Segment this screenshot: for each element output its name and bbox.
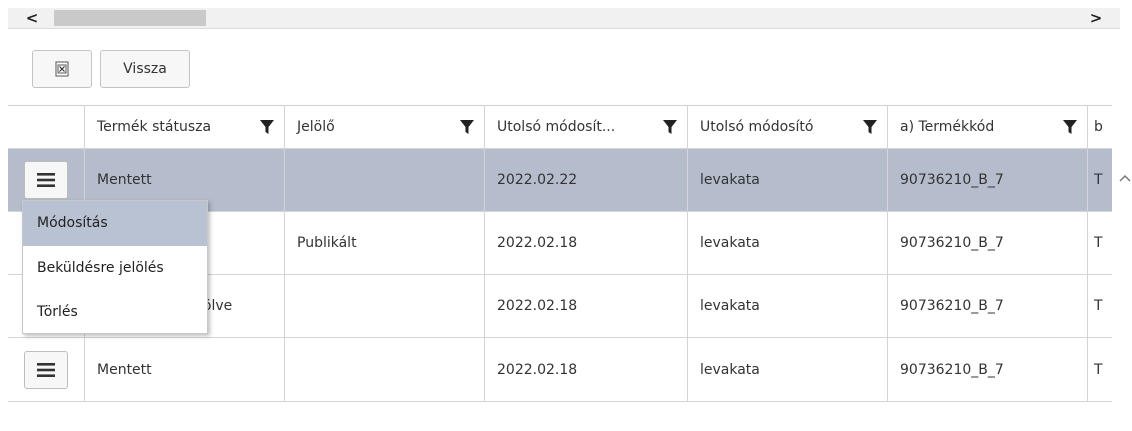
cell-extra: T <box>1094 172 1103 188</box>
back-button[interactable]: Vissza <box>100 50 190 88</box>
cell-modifier: levakata <box>688 149 888 211</box>
cell-modifier: levakata <box>688 275 888 337</box>
row-context-menu: Módosítás Beküldésre jelölés Törlés <box>22 200 208 334</box>
cell-code: 90736210_B_7 <box>888 338 1088 401</box>
cell-extra: T <box>1094 235 1103 251</box>
header-label: Utolsó módosít... <box>497 119 616 135</box>
header-product-status[interactable]: Termék státusza <box>85 106 285 148</box>
header-product-code[interactable]: a) Termékkód <box>888 106 1088 148</box>
scrollbar-thumb[interactable] <box>54 10 206 26</box>
header-marker[interactable]: Jelölő <box>285 106 485 148</box>
hamburger-menu-icon <box>37 362 55 377</box>
toolbar: Vissza <box>8 29 1112 105</box>
header-last-modified[interactable]: Utolsó módosít... <box>485 106 688 148</box>
filter-icon[interactable] <box>260 119 274 135</box>
cell-extra: T <box>1094 298 1103 314</box>
cell-code: 90736210_B_7 <box>888 149 1088 211</box>
cell-marker <box>285 275 485 337</box>
scroll-right-arrow[interactable]: > <box>1086 8 1106 28</box>
header-label: Termék státusza <box>97 119 212 135</box>
hamburger-menu-icon <box>37 173 55 187</box>
row-actions <box>8 338 85 401</box>
cell-modifier: levakata <box>688 212 888 274</box>
scroll-up-chevron-icon[interactable] <box>1118 172 1132 186</box>
cell-modified: 2022.02.22 <box>485 149 688 211</box>
grid-header: Termék státusza Jelölő Utolsó módosít...… <box>8 106 1112 149</box>
cell-modified: 2022.02.18 <box>485 275 688 337</box>
filter-icon[interactable] <box>663 119 677 135</box>
filter-icon[interactable] <box>460 119 474 135</box>
header-actions <box>8 106 85 148</box>
header-label: b <box>1094 119 1103 135</box>
menu-item-mark-for-submission[interactable]: Beküldésre jelölés <box>23 246 207 290</box>
filter-icon[interactable] <box>1063 119 1077 135</box>
excel-export-icon <box>55 61 69 77</box>
scroll-left-arrow[interactable]: < <box>22 8 42 28</box>
cell-modifier: levakata <box>688 338 888 401</box>
menu-item-delete[interactable]: Törlés <box>23 290 207 334</box>
cell-code: 90736210_B_7 <box>888 275 1088 337</box>
cell-extra: T <box>1094 361 1103 378</box>
cell-marker <box>285 149 485 211</box>
table-row[interactable]: Mentett 2022.02.18 levakata 90736210_B_7… <box>8 338 1112 402</box>
excel-export-button[interactable] <box>32 50 92 88</box>
menu-item-edit[interactable]: Módosítás <box>23 201 207 246</box>
cell-modified: 2022.02.18 <box>485 212 688 274</box>
cell-marker: Publikált <box>285 212 485 274</box>
header-label: Utolsó módosító <box>700 119 814 135</box>
row-menu-button[interactable] <box>24 161 68 199</box>
cell-modified: 2022.02.18 <box>485 338 688 401</box>
header-label: a) Termékkód <box>900 119 995 135</box>
header-label: Jelölő <box>297 119 335 135</box>
horizontal-scrollbar[interactable]: < > <box>8 8 1120 29</box>
cell-code: 90736210_B_7 <box>888 212 1088 274</box>
header-b[interactable]: b <box>1088 106 1112 148</box>
row-menu-button[interactable] <box>24 350 68 389</box>
header-last-modifier[interactable]: Utolsó módosító <box>688 106 888 148</box>
filter-icon[interactable] <box>863 119 877 135</box>
cell-marker <box>285 338 485 401</box>
cell-status: Mentett <box>85 338 285 401</box>
